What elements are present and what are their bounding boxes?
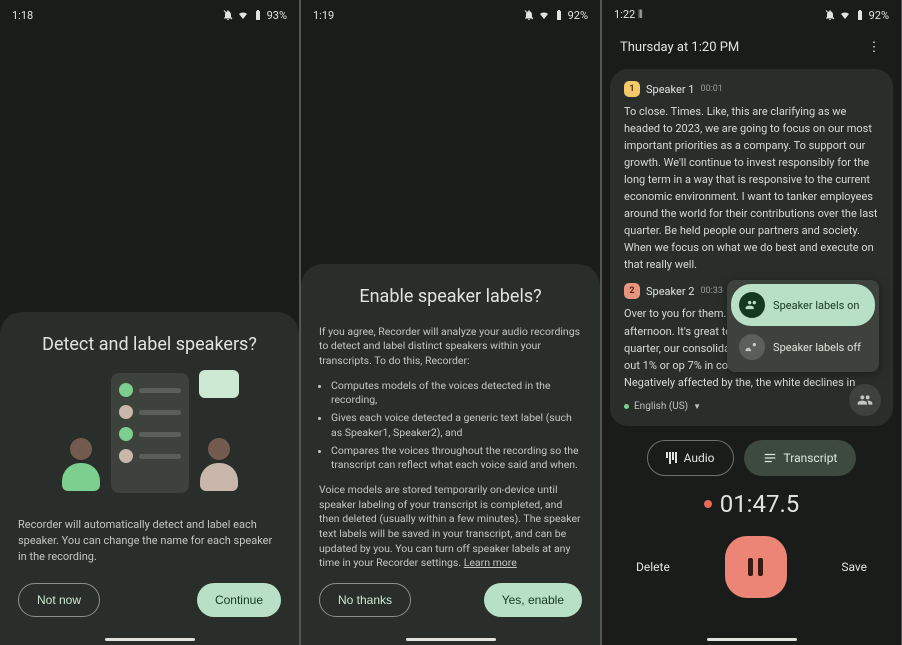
popup-label: Speaker labels on [773, 299, 859, 312]
dnd-icon [523, 9, 535, 21]
continue-button[interactable]: Continue [197, 583, 281, 617]
speaker-name: Speaker 2 [646, 285, 694, 298]
battery-icon [252, 9, 264, 21]
delete-button[interactable]: Delete [636, 560, 670, 574]
nav-pill[interactable] [707, 638, 797, 641]
nav-pill[interactable] [105, 638, 195, 641]
recording-timer: 01:47.5 [602, 490, 901, 518]
illustration [18, 373, 281, 493]
wifi-icon [839, 9, 851, 21]
bullet-item: Gives each voice detected a generic text… [331, 411, 582, 440]
phone-illustration [111, 373, 189, 493]
wifi-icon [538, 9, 550, 21]
people-icon [857, 392, 873, 408]
wifi-icon [237, 9, 249, 21]
speech-bubble-icon [199, 370, 239, 398]
sheet-title: Enable speaker labels? [319, 286, 582, 307]
sheet-title: Detect and label speakers? [18, 334, 281, 355]
popup-label: Speaker labels off [773, 341, 861, 354]
person-left-icon [61, 438, 101, 493]
status-time: 1:22 ⦀ [614, 8, 643, 22]
language-label: English (US) [634, 401, 688, 412]
battery-percent: 92% [869, 9, 889, 22]
status-time: 1:18 [12, 9, 33, 22]
speaker-timestamp: 00:33 [700, 286, 722, 296]
battery-icon [854, 9, 866, 21]
footer-body: Voice models are stored temporarily on-d… [319, 483, 581, 569]
sheet-description: Recorder will automatically detect and l… [18, 517, 281, 565]
save-button[interactable]: Save [841, 560, 867, 574]
battery-icon [553, 9, 565, 21]
pause-icon [748, 558, 763, 576]
speaker-name: Speaker 1 [646, 83, 694, 96]
status-indicators: 92% [824, 9, 889, 22]
recording-header: Thursday at 1:20 PM ⋮ [602, 26, 901, 63]
dnd-icon [824, 9, 836, 21]
audio-bars-icon [666, 452, 677, 464]
learn-more-link[interactable]: Learn more [464, 556, 517, 569]
button-row: Not now Continue [18, 583, 281, 617]
person-right-icon [199, 438, 239, 493]
status-indicators: 92% [523, 9, 588, 22]
speaker-labels-off-option[interactable]: Speaker labels off [731, 326, 875, 368]
bullet-item: Compares the voices throughout the recor… [331, 444, 582, 473]
chevron-down-icon: ▼ [693, 402, 701, 411]
audio-tab-button[interactable]: Audio [647, 440, 734, 476]
bottom-sheet: Enable speaker labels? If you agree, Rec… [301, 264, 600, 645]
audio-label: Audio [684, 451, 715, 465]
view-toggle: Audio Transcript [602, 440, 901, 476]
waveform-icon: ⦀ [638, 8, 643, 21]
transcript-card: 1 Speaker 1 00:01 To close. Times. Like,… [610, 69, 893, 426]
bullet-item: Computes models of the voices detected i… [331, 379, 582, 408]
transcript-label: Transcript [784, 451, 838, 465]
people-off-icon [739, 334, 765, 360]
language-selector[interactable]: English (US) ▼ [624, 401, 879, 412]
dnd-icon [222, 9, 234, 21]
footer-text: Voice models are stored temporarily on-d… [319, 483, 582, 571]
transcript-icon [763, 451, 777, 465]
pause-button[interactable] [725, 536, 787, 598]
not-now-button[interactable]: Not now [18, 583, 100, 617]
transcript-text[interactable]: To close. Times. Like, this are clarifyi… [624, 103, 879, 273]
no-thanks-button[interactable]: No thanks [319, 583, 411, 617]
status-bar: 1:18 93% [0, 0, 299, 26]
status-bar: 1:19 92% [301, 0, 600, 26]
status-bar: 1:22 ⦀ 92% [602, 0, 901, 26]
speaker-labels-popup: Speaker labels on Speaker labels off [727, 280, 879, 372]
lang-dot-icon [624, 404, 629, 409]
timer-value: 01:47.5 [720, 490, 800, 518]
screen-recording: 1:22 ⦀ 92% Thursday at 1:20 PM ⋮ 1 Speak… [602, 0, 901, 645]
speaker-labels-on-option[interactable]: Speaker labels on [731, 284, 875, 326]
speaker-badge: 1 [624, 81, 640, 97]
speaker-header[interactable]: 1 Speaker 1 00:01 [624, 81, 879, 97]
people-icon [739, 292, 765, 318]
bottom-sheet: Detect and label speakers? Recorder will… [0, 312, 299, 645]
bullet-list: Computes models of the voices detected i… [331, 379, 582, 473]
status-time: 1:19 [313, 9, 334, 22]
battery-percent: 92% [568, 9, 588, 22]
screen-detect-speakers: 1:18 93% Detect and label speakers? Reco… [0, 0, 299, 645]
intro-text: If you agree, Recorder will analyze your… [319, 325, 582, 369]
nav-pill[interactable] [406, 638, 496, 641]
button-row: No thanks Yes, enable [319, 583, 582, 617]
transcript-tab-button[interactable]: Transcript [744, 440, 857, 476]
yes-enable-button[interactable]: Yes, enable [484, 583, 582, 617]
status-indicators: 93% [222, 9, 287, 22]
recording-controls: Delete Save [602, 518, 901, 598]
screen-enable-labels: 1:19 92% Enable speaker labels? If you a… [301, 0, 600, 645]
speaker-badge: 2 [624, 283, 640, 299]
battery-percent: 93% [267, 9, 287, 22]
recording-dot-icon [704, 500, 712, 508]
speaker-timestamp: 00:01 [700, 84, 722, 94]
more-menu-button[interactable]: ⋮ [865, 40, 883, 55]
recording-title: Thursday at 1:20 PM [620, 40, 739, 55]
